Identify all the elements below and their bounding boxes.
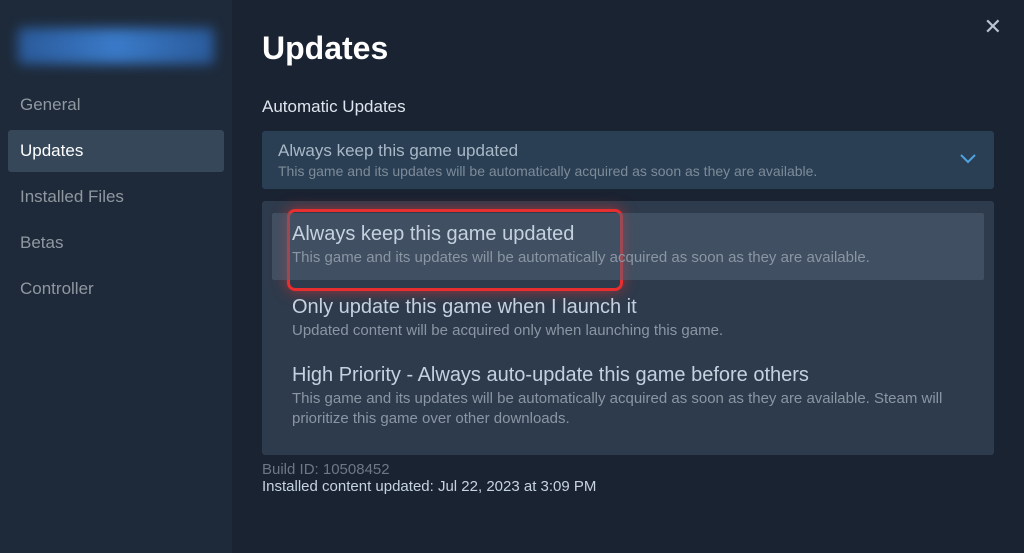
dropdown-options-panel: Always keep this game updated This game … <box>262 201 994 455</box>
sidebar-item-installed-files[interactable]: Installed Files <box>0 176 232 218</box>
sidebar-item-general[interactable]: General <box>0 84 232 126</box>
sidebar-item-betas[interactable]: Betas <box>0 222 232 264</box>
close-button[interactable]: ✕ <box>976 10 1010 44</box>
page-title: Updates <box>262 30 994 67</box>
build-id: Build ID: 10508452 <box>262 461 994 478</box>
game-header-blurred <box>18 28 214 64</box>
option-update-on-launch[interactable]: Only update this game when I launch it U… <box>262 286 994 353</box>
option-high-priority[interactable]: High Priority - Always auto-update this … <box>262 354 994 442</box>
sidebar-item-updates[interactable]: Updates <box>8 130 224 172</box>
dropdown-selected-desc: This game and its updates will be automa… <box>278 163 950 179</box>
sidebar-item-controller[interactable]: Controller <box>0 268 232 310</box>
option-desc: This game and its updates will be automa… <box>292 248 964 268</box>
section-automatic-updates: Automatic Updates <box>262 97 994 117</box>
dropdown-selected-title: Always keep this game updated <box>278 141 950 161</box>
close-icon: ✕ <box>984 14 1002 39</box>
update-mode-dropdown[interactable]: Always keep this game updated This game … <box>262 131 994 189</box>
option-desc: Updated content will be acquired only wh… <box>292 321 964 341</box>
sidebar: General Updates Installed Files Betas Co… <box>0 0 232 553</box>
main-content: ✕ Updates Automatic Updates Always keep … <box>232 0 1024 553</box>
option-title: High Priority - Always auto-update this … <box>292 364 964 387</box>
option-title: Always keep this game updated <box>292 223 964 246</box>
option-desc: This game and its updates will be automa… <box>292 389 964 430</box>
option-always-keep-updated[interactable]: Always keep this game updated This game … <box>272 213 984 280</box>
installed-content-updated: Installed content updated: Jul 22, 2023 … <box>262 478 994 495</box>
chevron-down-icon <box>960 151 976 169</box>
footer-info: Build ID: 10508452 Installed content upd… <box>262 461 994 495</box>
option-title: Only update this game when I launch it <box>292 296 964 319</box>
